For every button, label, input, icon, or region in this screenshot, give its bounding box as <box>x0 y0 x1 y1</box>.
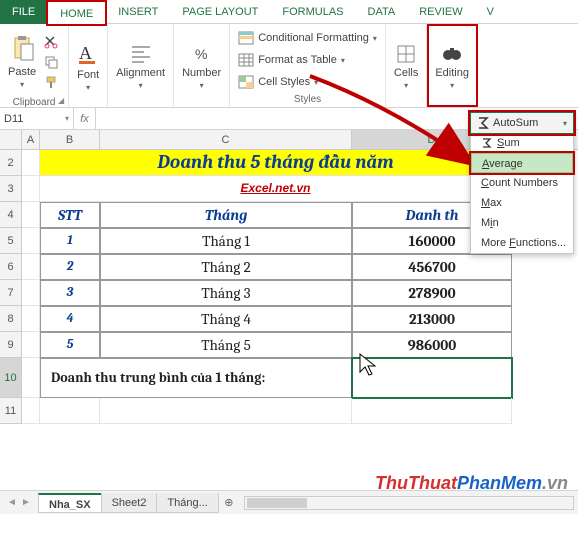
editing-button[interactable]: Editing ▾ <box>435 43 469 90</box>
group-editing: Editing ▾ <box>427 24 478 107</box>
number-label: Number <box>182 67 221 79</box>
paste-label: Paste <box>8 66 36 78</box>
group-styles: Conditional Formatting▾ Format as Table▾… <box>230 24 386 107</box>
svg-text:%: % <box>195 46 207 62</box>
conditional-formatting-icon <box>238 31 254 45</box>
table-subtitle[interactable]: Excel.net.vn <box>40 176 512 202</box>
binoculars-icon <box>441 43 463 65</box>
sigma-icon <box>481 138 493 148</box>
group-number: % Number ▾ <box>174 24 230 107</box>
tab-view[interactable]: V <box>475 0 506 24</box>
tab-insert[interactable]: INSERT <box>106 0 170 24</box>
ribbon-tabs: FILE HOME INSERT PAGE LAYOUT FORMULAS DA… <box>0 0 578 24</box>
tab-home[interactable]: HOME <box>47 1 106 25</box>
row-header[interactable]: 8 <box>0 306 22 332</box>
horizontal-scrollbar[interactable] <box>244 496 574 510</box>
autosum-sum[interactable]: SSumum <box>471 133 573 153</box>
cells-button[interactable]: Cells ▾ <box>394 43 418 90</box>
cell-styles-icon <box>238 75 254 89</box>
chevron-down-icon: ▾ <box>139 81 143 90</box>
select-all-corner[interactable] <box>0 130 22 149</box>
alignment-button[interactable]: Alignment ▾ <box>116 43 165 90</box>
sheet-tab[interactable]: Tháng... <box>156 493 218 513</box>
group-font: A Font ▾ <box>69 24 108 107</box>
fx-button[interactable]: fx <box>74 108 96 130</box>
tab-review[interactable]: REVIEW <box>407 0 474 24</box>
row-header[interactable]: 5 <box>0 228 22 254</box>
hdr-stt[interactable]: STT <box>40 202 100 228</box>
alignment-label: Alignment <box>116 67 165 79</box>
font-button[interactable]: A Font ▾ <box>77 41 99 92</box>
font-label: Font <box>77 69 99 81</box>
sigma-icon <box>477 117 489 129</box>
chevron-down-icon: ▾ <box>404 81 408 90</box>
chevron-down-icon: ▾ <box>200 81 204 90</box>
group-clipboard-label: Clipboard <box>13 95 56 108</box>
conditional-formatting-button[interactable]: Conditional Formatting▾ <box>238 28 377 48</box>
autosum-count[interactable]: Count Numbers <box>471 173 573 193</box>
format-painter-button[interactable] <box>42 73 60 91</box>
group-alignment: Alignment ▾ <box>108 24 174 107</box>
number-button[interactable]: % Number ▾ <box>182 43 221 90</box>
hdr-thang[interactable]: Tháng <box>100 202 352 228</box>
sheet-nav[interactable]: ◄► <box>0 497 38 508</box>
autosum-average[interactable]: Average <box>471 153 573 173</box>
table-icon <box>238 53 254 67</box>
sheet-tab-active[interactable]: Nha_SX <box>38 493 102 513</box>
sheet-tab[interactable]: Sheet2 <box>101 493 158 513</box>
row-header[interactable]: 4 <box>0 202 22 228</box>
tab-file[interactable]: FILE <box>0 0 47 24</box>
cells-label: Cells <box>394 67 418 79</box>
autosum-more[interactable]: More Functions... <box>471 233 573 253</box>
tab-data[interactable]: DATA <box>356 0 408 24</box>
group-styles-label: Styles <box>294 92 321 105</box>
row-header[interactable]: 10 <box>0 358 22 398</box>
row-header[interactable]: 7 <box>0 280 22 306</box>
group-clipboard: Paste ▾ Clipboard ◢ <box>0 24 69 107</box>
chevron-down-icon: ▾ <box>86 83 90 92</box>
row-header[interactable]: 3 <box>0 176 22 202</box>
col-B[interactable]: B <box>40 130 100 149</box>
row-header[interactable]: 2 <box>0 150 22 176</box>
clipboard-dialog-launcher[interactable]: ◢ <box>58 96 64 105</box>
name-box[interactable]: D11▾ <box>0 108 74 130</box>
chevron-down-icon: ▾ <box>20 80 24 89</box>
col-C[interactable]: C <box>100 130 352 149</box>
ribbon: Paste ▾ Clipboard ◢ A Font ▾ Alignment <box>0 24 578 108</box>
paste-button[interactable]: Paste ▾ <box>8 34 36 89</box>
watermark: ThuThuatPhanMem.vn <box>375 473 568 494</box>
col-A[interactable]: A <box>22 130 40 149</box>
row-header[interactable]: 6 <box>0 254 22 280</box>
table-footer-label[interactable]: Doanh thu trung bình của 1 tháng: <box>40 358 352 398</box>
chevron-down-icon: ▾ <box>450 81 454 90</box>
cell-styles-button[interactable]: Cell Styles▾ <box>238 72 318 92</box>
copy-button[interactable] <box>42 53 60 71</box>
editing-label: Editing <box>435 67 469 79</box>
tab-formulas[interactable]: FORMULAS <box>270 0 355 24</box>
row-header[interactable]: 9 <box>0 332 22 358</box>
autosum-dropdown: AutoSum ▾ SSumum Average Count Numbers M… <box>470 112 574 254</box>
cut-button[interactable] <box>42 33 60 51</box>
autosum-max[interactable]: Max <box>471 193 573 213</box>
row-header[interactable]: 11 <box>0 398 22 424</box>
autosum-min[interactable]: Min <box>471 213 573 233</box>
selected-cell-D11[interactable] <box>352 358 512 398</box>
group-cells: Cells ▾ <box>386 24 427 107</box>
format-as-table-button[interactable]: Format as Table▾ <box>238 50 345 70</box>
autosum-header[interactable]: AutoSum ▾ <box>470 112 574 134</box>
table-title[interactable]: Doanh thu 5 tháng đầu năm <box>40 150 512 176</box>
add-sheet-button[interactable]: ⊕ <box>218 496 240 509</box>
tab-pagelayout[interactable]: PAGE LAYOUT <box>170 0 270 24</box>
svg-text:A: A <box>79 43 92 63</box>
